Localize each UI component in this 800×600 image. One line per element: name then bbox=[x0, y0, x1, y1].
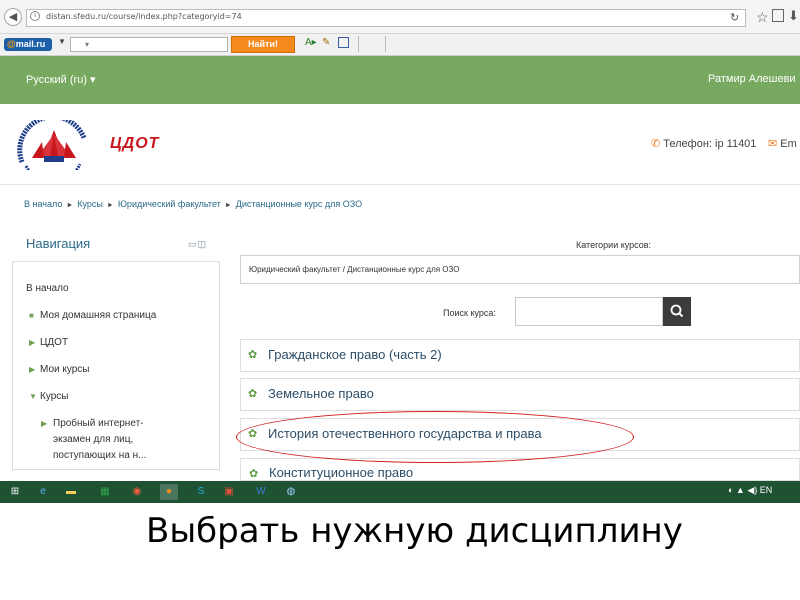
slide-caption: Выбрать нужную дисциплину bbox=[146, 511, 683, 551]
block-controls-icon[interactable]: ▭◫ bbox=[188, 239, 207, 250]
expand-arrow-icon[interactable]: ▶ bbox=[29, 365, 35, 374]
site-header bbox=[0, 56, 800, 104]
user-menu[interactable]: Ратмир Алешеви bbox=[708, 73, 796, 85]
windows-start-icon[interactable]: ⊞ bbox=[6, 484, 24, 500]
nav-item-courses[interactable]: Курсы bbox=[40, 391, 68, 402]
breadcrumb-separator-icon: ► bbox=[106, 202, 114, 209]
word-icon[interactable]: W bbox=[252, 484, 270, 500]
expand-arrow-icon[interactable]: ▶ bbox=[29, 338, 35, 347]
site-title[interactable]: ЦДОТ bbox=[110, 135, 159, 153]
nav-item-my-home[interactable]: Моя домашняя страница bbox=[40, 310, 156, 321]
university-logo[interactable] bbox=[14, 120, 94, 170]
course-row[interactable]: ✿ Конституционное право bbox=[240, 458, 800, 481]
course-name[interactable]: Гражданское право (часть 2) bbox=[268, 347, 442, 362]
bullet-icon: ■ bbox=[29, 311, 34, 320]
category-select[interactable]: Юридический факультет / Дистанционные ку… bbox=[240, 255, 800, 284]
network-app-icon[interactable]: ◍ bbox=[282, 484, 300, 500]
breadcrumb-separator-icon: ► bbox=[224, 202, 232, 209]
nav-item-home[interactable]: В начало bbox=[26, 283, 69, 294]
reading-list-icon[interactable] bbox=[772, 9, 784, 22]
system-tray[interactable]: ◐ ▲ ◀) EN bbox=[728, 485, 772, 496]
zoom-icon[interactable] bbox=[338, 37, 349, 48]
file-explorer-icon[interactable]: ▬ bbox=[62, 484, 80, 500]
font-size-icon[interactable]: A▸ bbox=[305, 37, 317, 48]
breadcrumb-courses[interactable]: Курсы bbox=[77, 199, 103, 209]
info-icon[interactable]: i bbox=[30, 11, 40, 21]
collapse-arrow-icon[interactable]: ▼ bbox=[29, 392, 37, 401]
email-contact[interactable]: ✉ Em bbox=[768, 137, 797, 150]
navigation-title: Навигация bbox=[26, 236, 91, 251]
download-arrow-icon[interactable]: ⬇ bbox=[788, 8, 799, 24]
language-menu[interactable]: Русский (ru) ▾ bbox=[26, 73, 96, 86]
back-button[interactable]: ◀ bbox=[4, 8, 22, 26]
envelope-icon: ✉ bbox=[768, 138, 778, 150]
divider bbox=[0, 184, 800, 185]
breadcrumb-faculty[interactable]: Юридический факультет bbox=[118, 199, 221, 209]
course-search-button[interactable] bbox=[663, 297, 691, 326]
course-name[interactable]: Земельное право bbox=[268, 386, 374, 401]
course-expand-icon[interactable]: ✿ bbox=[248, 348, 257, 361]
course-expand-icon[interactable]: ✿ bbox=[249, 467, 258, 480]
course-expand-icon[interactable]: ✿ bbox=[248, 387, 257, 400]
nav-subitem-line[interactable]: экзамен для лиц, bbox=[53, 434, 133, 445]
mailru-search-input[interactable]: ▾ bbox=[70, 37, 228, 52]
breadcrumb-category[interactable]: Дистанционные курс для ОЗО bbox=[236, 199, 362, 209]
app-icon[interactable]: ◉ bbox=[128, 484, 146, 500]
breadcrumb-home[interactable]: В начало bbox=[24, 199, 62, 209]
search-icon bbox=[670, 304, 684, 318]
pencil-icon[interactable]: ✎ bbox=[322, 37, 330, 48]
nav-item-cdot[interactable]: ЦДОТ bbox=[40, 337, 68, 348]
spreadsheet-icon[interactable]: ▦ bbox=[96, 484, 114, 500]
nav-subitem-line[interactable]: Пробный интернет- bbox=[53, 418, 143, 429]
windows-taskbar bbox=[0, 481, 800, 503]
nav-item-my-courses[interactable]: Мои курсы bbox=[40, 364, 90, 375]
course-search-input[interactable] bbox=[515, 297, 663, 326]
toolbar-divider bbox=[385, 36, 386, 52]
firefox-icon[interactable]: ● bbox=[160, 484, 178, 500]
breadcrumb-separator-icon: ► bbox=[66, 202, 74, 209]
phone-icon: ✆ bbox=[651, 138, 661, 150]
url-text[interactable]: distan.sfedu.ru/course/index.php?categor… bbox=[46, 12, 242, 21]
categories-label: Категории курсов: bbox=[576, 240, 652, 250]
find-button[interactable]: Найти! bbox=[231, 36, 295, 53]
expand-arrow-icon[interactable]: ▶ bbox=[41, 419, 47, 428]
language-indicator[interactable]: EN bbox=[760, 485, 773, 495]
tray-icons[interactable]: ◐ ▲ ◀) bbox=[728, 485, 760, 495]
skype-icon[interactable]: S bbox=[192, 484, 210, 500]
mailru-logo[interactable]: @mail.ru bbox=[4, 38, 52, 51]
breadcrumb: В начало ► Курсы ► Юридический факультет ► Дис… bbox=[24, 199, 362, 209]
bookmark-star-icon[interactable]: ☆ bbox=[756, 9, 769, 26]
phone-contact: ✆ Телефон: ip 11401 bbox=[651, 138, 757, 150]
nav-subitem-line[interactable]: поступающих на н... bbox=[53, 450, 146, 461]
highlight-ellipse bbox=[236, 411, 634, 463]
pdf-icon[interactable]: ▣ bbox=[220, 484, 238, 500]
reload-icon[interactable]: ↻ bbox=[730, 11, 739, 24]
course-name[interactable]: Конституционное право bbox=[269, 465, 413, 480]
internet-explorer-icon[interactable]: e bbox=[34, 484, 52, 500]
chevron-down-icon[interactable]: ▼ bbox=[58, 37, 66, 46]
course-search-label: Поиск курса: bbox=[443, 308, 496, 318]
toolbar-divider bbox=[358, 36, 359, 52]
